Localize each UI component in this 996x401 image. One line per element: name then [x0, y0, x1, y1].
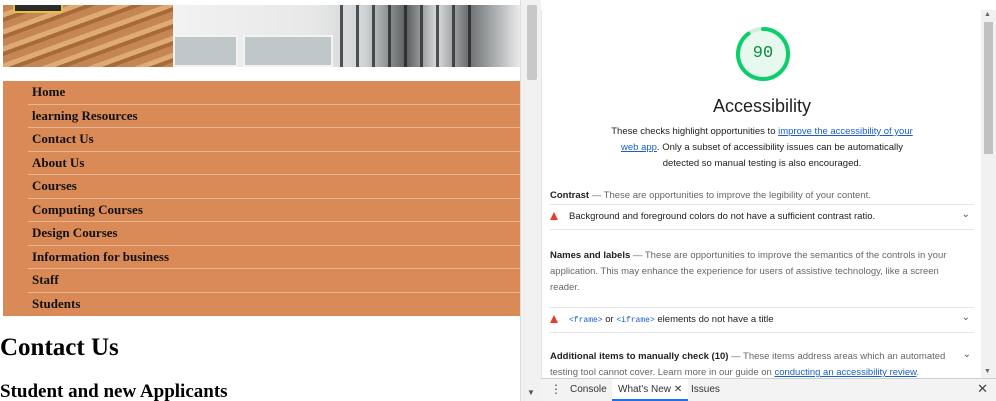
contrast-group-header: Contrast — These are opportunities to im…	[550, 188, 871, 204]
names-labels-group-header: Names and labels — These are opportuniti…	[550, 248, 970, 296]
accessibility-review-link[interactable]: conducting an accessibility review	[774, 367, 916, 378]
audit-contrast[interactable]: Background and foreground colors do not …	[550, 204, 974, 230]
nav-item-students[interactable]: Students	[28, 293, 520, 317]
wood-panel-graphic	[3, 5, 173, 67]
code-iframe: <iframe>	[616, 316, 655, 325]
nav-item-information-for-business[interactable]: Information for business	[28, 246, 520, 269]
audit-title: <frame> or <iframe> elements do not have…	[569, 314, 774, 325]
manual-checks-group[interactable]: Additional items to manually check (10) …	[550, 349, 955, 378]
scroll-down-arrow-icon[interactable]: ▼	[984, 368, 991, 375]
window-graphic	[173, 35, 238, 67]
nav-item-learning-resources[interactable]: learning Resources	[28, 105, 520, 128]
chevron-down-icon[interactable]: ⌄	[963, 349, 971, 360]
nav-item-courses[interactable]: Courses	[28, 175, 520, 199]
report-scrollbar-thumb[interactable]	[984, 22, 993, 154]
audit-frame-title[interactable]: <frame> or <iframe> elements do not have…	[550, 307, 974, 333]
or-text: or	[602, 314, 617, 325]
nav-item-home[interactable]: Home	[28, 81, 520, 105]
tab-label: What's New	[618, 384, 672, 395]
railing-graphic	[340, 5, 480, 67]
nav-item-staff[interactable]: Staff	[28, 269, 520, 293]
chevron-down-icon[interactable]: ⌄	[962, 209, 970, 220]
close-drawer-icon[interactable]: ✕	[977, 381, 988, 397]
nav-item-about-us[interactable]: About Us	[28, 152, 520, 175]
contrast-group-desc: — These are opportunities to improve the…	[589, 190, 871, 201]
category-description: These checks highlight opportunities to …	[602, 124, 922, 172]
tab-issues[interactable]: Issues	[691, 379, 720, 401]
window-graphic	[243, 35, 333, 67]
devtools-panel: 90 Accessibility These checks highlight …	[541, 0, 996, 401]
manual-title: Additional items to manually check	[550, 351, 709, 362]
description-text: These checks highlight opportunities to	[611, 126, 779, 137]
section-heading: Student and new Applicants	[0, 381, 228, 401]
description-text-end: . Only a subset of accessibility issues …	[656, 142, 903, 169]
page-scrollbar-thumb[interactable]	[527, 5, 537, 80]
hero-banner-image	[3, 5, 520, 67]
tab-whats-new[interactable]: What's New ✕	[612, 379, 689, 401]
category-title: Accessibility	[712, 96, 812, 116]
website-viewport: Home learning Resources Contact Us About…	[0, 0, 521, 401]
fail-icon	[550, 315, 558, 323]
page-title: Contact Us	[0, 334, 119, 361]
close-tab-icon[interactable]: ✕	[674, 384, 682, 395]
tab-console[interactable]: Console	[570, 379, 607, 401]
manual-count: (10)	[708, 351, 729, 362]
names-group-title: Names and labels	[550, 250, 631, 261]
audit-title-rest: elements do not have a title	[654, 314, 774, 325]
nav-item-computing-courses[interactable]: Computing Courses	[28, 199, 520, 222]
code-frame: <frame>	[569, 316, 603, 325]
lighthouse-report: 90 Accessibility These checks highlight …	[541, 10, 981, 378]
site-logo[interactable]	[13, 5, 63, 13]
scroll-down-arrow-icon[interactable]: ▼	[527, 388, 535, 397]
chevron-down-icon[interactable]: ⌄	[962, 312, 970, 323]
nav-item-contact-us[interactable]: Contact Us	[28, 128, 520, 152]
nav-item-design-courses[interactable]: Design Courses	[28, 222, 520, 246]
fail-icon	[550, 212, 558, 220]
main-navigation: Home learning Resources Contact Us About…	[3, 81, 520, 316]
score-value: 90	[752, 44, 774, 63]
contrast-group-title: Contrast	[550, 190, 590, 201]
audit-title: Background and foreground colors do not …	[569, 211, 876, 222]
scroll-up-arrow-icon[interactable]: ▲	[984, 11, 991, 18]
manual-desc-end: .	[916, 367, 920, 378]
more-options-icon[interactable]: ⋮	[550, 382, 562, 396]
devtools-drawer: ⋮ Console What's New ✕ Issues ✕	[541, 378, 996, 401]
